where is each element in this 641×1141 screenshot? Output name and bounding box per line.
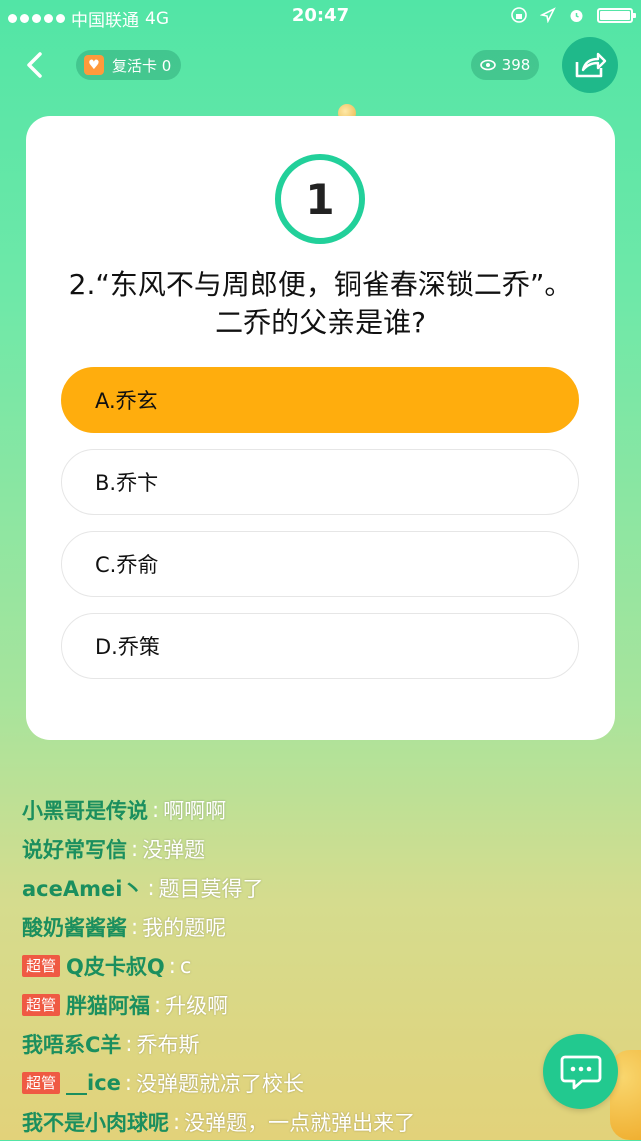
chat-input-button[interactable]: [543, 1034, 618, 1109]
chat-separator: :: [154, 992, 162, 1017]
chat-username[interactable]: 胖猫阿福: [66, 990, 150, 1020]
chat-message: 说好常写信: 没弹题: [22, 829, 622, 868]
admin-badge: 超管: [22, 1071, 61, 1094]
chat-message: 超管 __ice: 没弹题就凉了校长: [22, 1063, 622, 1102]
option-b[interactable]: B.乔卞: [61, 449, 579, 515]
option-d[interactable]: D.乔策: [61, 613, 579, 679]
chat-message: 小黑哥是传说: 啊啊啊: [22, 790, 622, 829]
chat-username[interactable]: 酸奶酱酱酱: [22, 912, 127, 942]
orientation-lock-icon: [511, 7, 527, 23]
chat-username[interactable]: 我不是小肉球呢: [22, 1107, 169, 1137]
status-right: [510, 6, 636, 24]
chat-text: 乔布斯: [136, 1032, 200, 1057]
option-label: A.乔玄: [95, 389, 158, 413]
chat-separator: :: [131, 836, 139, 861]
chat-text: 没弹题就凉了校长: [135, 1071, 304, 1096]
chat-message: 我不是小肉球呢: 没弹题，一点就弹出来了: [22, 1102, 622, 1141]
chat-list: 小黑哥是传说: 啊啊啊 说好常写信: 没弹题 aceAmei丶: 题目莫得了 酸奶酱酱…: [22, 790, 622, 1141]
location-icon: [540, 7, 556, 23]
battery-icon: [597, 7, 636, 23]
chat-separator: :: [147, 875, 155, 900]
eye-icon: [479, 59, 496, 71]
chat-username[interactable]: Q皮卡叔Q: [66, 951, 165, 981]
revive-card-label: 复活卡 0: [112, 56, 172, 75]
chat-separator: :: [131, 914, 139, 939]
chat-message: aceAmei丶: 题目莫得了: [22, 868, 622, 907]
chat-text: 我的题呢: [142, 915, 227, 940]
chat-message: 酸奶酱酱酱: 我的题呢: [22, 907, 622, 946]
viewer-count: 398: [501, 56, 531, 74]
admin-badge: 超管: [22, 954, 61, 977]
option-c[interactable]: C.乔俞: [61, 531, 579, 597]
option-a[interactable]: A.乔玄: [61, 367, 579, 433]
revive-card-pill[interactable]: ♥ 复活卡 0: [76, 50, 182, 80]
chat-username[interactable]: 小黑哥是传说: [22, 795, 148, 825]
chat-separator: :: [152, 797, 160, 822]
chat-separator: :: [124, 1070, 132, 1095]
chat-text: 题目莫得了: [158, 876, 264, 901]
chat-message: 超管 胖猫阿福: 升级啊: [22, 985, 622, 1024]
question-text: 2.“东风不与周郎便，铜雀春深锁二乔”。二乔的父亲是谁?: [68, 268, 573, 339]
chat-username[interactable]: aceAmei丶: [22, 873, 143, 903]
option-label: C.乔俞: [95, 553, 159, 577]
chat-text: 没弹题，一点就弹出来了: [184, 1110, 416, 1135]
chat-text: 没弹题: [142, 837, 206, 862]
chat-username[interactable]: __ice: [66, 1071, 121, 1095]
share-button[interactable]: [562, 37, 618, 93]
chat-separator: :: [125, 1031, 133, 1056]
countdown-timer: 1: [275, 154, 365, 244]
status-bar: 中国联通 4G 20:47: [0, 0, 641, 34]
share-icon: [575, 52, 607, 78]
chat-message: 我唔系C羊: 乔布斯: [22, 1024, 622, 1063]
chat-text: c: [179, 953, 192, 978]
chat-message: 超管 Q皮卡叔Q: c: [22, 946, 622, 985]
chat-username[interactable]: 说好常写信: [22, 834, 127, 864]
chat-separator: :: [173, 1109, 181, 1134]
viewer-count-pill: 398: [471, 50, 539, 80]
option-label: D.乔策: [95, 635, 160, 659]
back-arrow-icon: [27, 52, 42, 78]
chat-text: 升级啊: [165, 993, 229, 1018]
chat-bubble-icon: [560, 1055, 601, 1089]
question-card: 1 2.“东风不与周郎便，铜雀春深锁二乔”。二乔的父亲是谁? A.乔玄 B.乔卞…: [26, 116, 615, 740]
admin-badge: 超管: [22, 993, 61, 1016]
back-button[interactable]: [18, 46, 54, 84]
chat-username[interactable]: 我唔系C羊: [22, 1029, 121, 1059]
option-label: B.乔卞: [95, 471, 159, 495]
chat-text: 啊啊啊: [163, 798, 227, 823]
alarm-icon: [570, 9, 583, 22]
heart-card-icon: ♥: [84, 55, 104, 75]
chat-separator: :: [168, 953, 176, 978]
